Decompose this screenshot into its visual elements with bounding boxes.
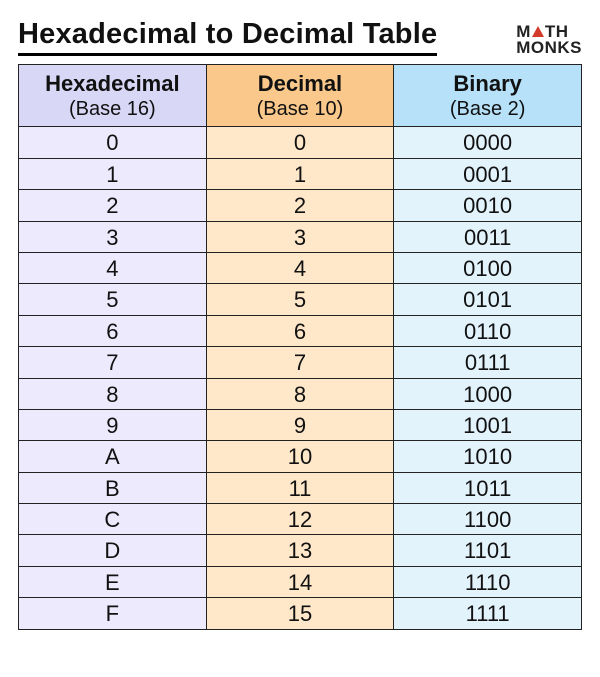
cell-hex: 6 — [19, 315, 207, 346]
cell-dec: 15 — [206, 598, 394, 629]
cell-bin: 1100 — [394, 504, 582, 535]
cell-hex: 8 — [19, 378, 207, 409]
cell-bin: 1111 — [394, 598, 582, 629]
table-row: D131101 — [19, 535, 582, 566]
cell-bin: 1001 — [394, 409, 582, 440]
table-row: B111011 — [19, 472, 582, 503]
cell-dec: 3 — [206, 221, 394, 252]
table-row: 000000 — [19, 127, 582, 158]
table-body: 0000001100012200103300114401005501016601… — [19, 127, 582, 629]
cell-hex: 0 — [19, 127, 207, 158]
cell-dec: 4 — [206, 252, 394, 283]
table-row: C121100 — [19, 504, 582, 535]
cell-dec: 7 — [206, 347, 394, 378]
table-row: 110001 — [19, 158, 582, 189]
cell-bin: 0000 — [394, 127, 582, 158]
brand-logo: MTH MONKS — [516, 24, 582, 56]
cell-bin: 0101 — [394, 284, 582, 315]
cell-hex: 2 — [19, 190, 207, 221]
cell-dec: 5 — [206, 284, 394, 315]
table-row: E141110 — [19, 566, 582, 597]
table-row: 881000 — [19, 378, 582, 409]
cell-dec: 10 — [206, 441, 394, 472]
cell-bin: 0100 — [394, 252, 582, 283]
header-binary: Binary (Base 2) — [394, 65, 582, 127]
header-name: Hexadecimal — [19, 71, 206, 97]
cell-hex: 5 — [19, 284, 207, 315]
header-base: (Base 16) — [19, 97, 206, 121]
triangle-icon — [532, 26, 544, 37]
table-row: 660110 — [19, 315, 582, 346]
table-row: A101010 — [19, 441, 582, 472]
cell-dec: 12 — [206, 504, 394, 535]
cell-dec: 1 — [206, 158, 394, 189]
cell-hex: B — [19, 472, 207, 503]
cell-bin: 1010 — [394, 441, 582, 472]
cell-hex: 3 — [19, 221, 207, 252]
cell-dec: 11 — [206, 472, 394, 503]
table-row: 330011 — [19, 221, 582, 252]
table-row: 440100 — [19, 252, 582, 283]
cell-bin: 1000 — [394, 378, 582, 409]
header-name: Binary — [394, 71, 581, 97]
cell-dec: 9 — [206, 409, 394, 440]
cell-bin: 0111 — [394, 347, 582, 378]
cell-dec: 8 — [206, 378, 394, 409]
table-row: F151111 — [19, 598, 582, 629]
header-base: (Base 2) — [394, 97, 581, 121]
cell-hex: D — [19, 535, 207, 566]
cell-bin: 0011 — [394, 221, 582, 252]
cell-dec: 6 — [206, 315, 394, 346]
cell-hex: F — [19, 598, 207, 629]
cell-hex: 9 — [19, 409, 207, 440]
cell-hex: E — [19, 566, 207, 597]
header-hexadecimal: Hexadecimal (Base 16) — [19, 65, 207, 127]
cell-hex: 7 — [19, 347, 207, 378]
table-row: 991001 — [19, 409, 582, 440]
cell-dec: 13 — [206, 535, 394, 566]
brand-line2: MONKS — [516, 38, 582, 57]
cell-hex: 4 — [19, 252, 207, 283]
cell-bin: 1110 — [394, 566, 582, 597]
table-row: 550101 — [19, 284, 582, 315]
cell-hex: C — [19, 504, 207, 535]
table-row: 770111 — [19, 347, 582, 378]
cell-hex: 1 — [19, 158, 207, 189]
cell-dec: 14 — [206, 566, 394, 597]
conversion-table: Hexadecimal (Base 16) Decimal (Base 10) … — [18, 64, 582, 630]
header-name: Decimal — [207, 71, 394, 97]
cell-bin: 0001 — [394, 158, 582, 189]
cell-bin: 0110 — [394, 315, 582, 346]
cell-bin: 1101 — [394, 535, 582, 566]
page-title: Hexadecimal to Decimal Table — [18, 18, 437, 56]
header-decimal: Decimal (Base 10) — [206, 65, 394, 127]
cell-hex: A — [19, 441, 207, 472]
table-row: 220010 — [19, 190, 582, 221]
header-base: (Base 10) — [207, 97, 394, 121]
cell-bin: 1011 — [394, 472, 582, 503]
cell-dec: 0 — [206, 127, 394, 158]
table-header-row: Hexadecimal (Base 16) Decimal (Base 10) … — [19, 65, 582, 127]
cell-dec: 2 — [206, 190, 394, 221]
cell-bin: 0010 — [394, 190, 582, 221]
